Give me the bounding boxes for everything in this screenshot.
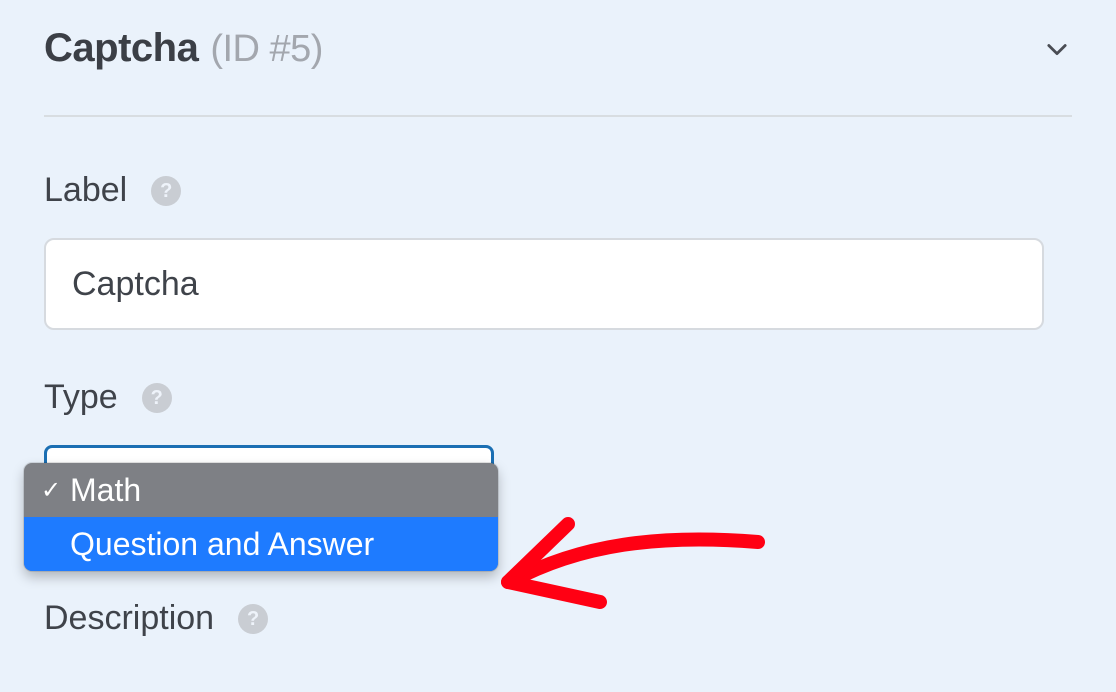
label-field-header: Label ? [44,171,1072,210]
label-field-title: Label [44,171,127,210]
type-option-question-and-answer[interactable]: Question and Answer [24,517,498,571]
panel-header[interactable]: Captcha (ID #5) [44,20,1072,71]
divider [44,115,1072,117]
type-field-header: Type ? [44,378,1072,417]
type-field-block: Type ? ✓ Math Question and Answer [44,378,1072,481]
panel-id: (ID #5) [210,28,323,71]
type-option-label: Math [70,472,141,509]
type-dropdown: ✓ Math Question and Answer [24,463,498,571]
help-icon[interactable]: ? [238,604,268,634]
type-select-wrap: ✓ Math Question and Answer [44,445,1072,481]
chevron-down-icon[interactable] [1042,34,1072,64]
label-input[interactable] [44,238,1044,330]
type-option-math[interactable]: ✓ Math [24,463,498,517]
type-field-title: Type [44,378,118,417]
check-icon: ✓ [38,476,64,505]
label-field-block: Label ? [44,171,1072,330]
captcha-field-panel: Captcha (ID #5) Label ? Type ? ✓ Math [0,0,1116,638]
help-icon[interactable]: ? [142,383,172,413]
description-field-header: Description ? [44,599,1072,638]
description-field-block: Description ? [44,599,1072,638]
panel-title-group: Captcha (ID #5) [44,26,323,71]
description-field-title: Description [44,599,214,638]
panel-title: Captcha [44,26,198,71]
type-option-label: Question and Answer [70,526,374,563]
help-icon[interactable]: ? [151,176,181,206]
